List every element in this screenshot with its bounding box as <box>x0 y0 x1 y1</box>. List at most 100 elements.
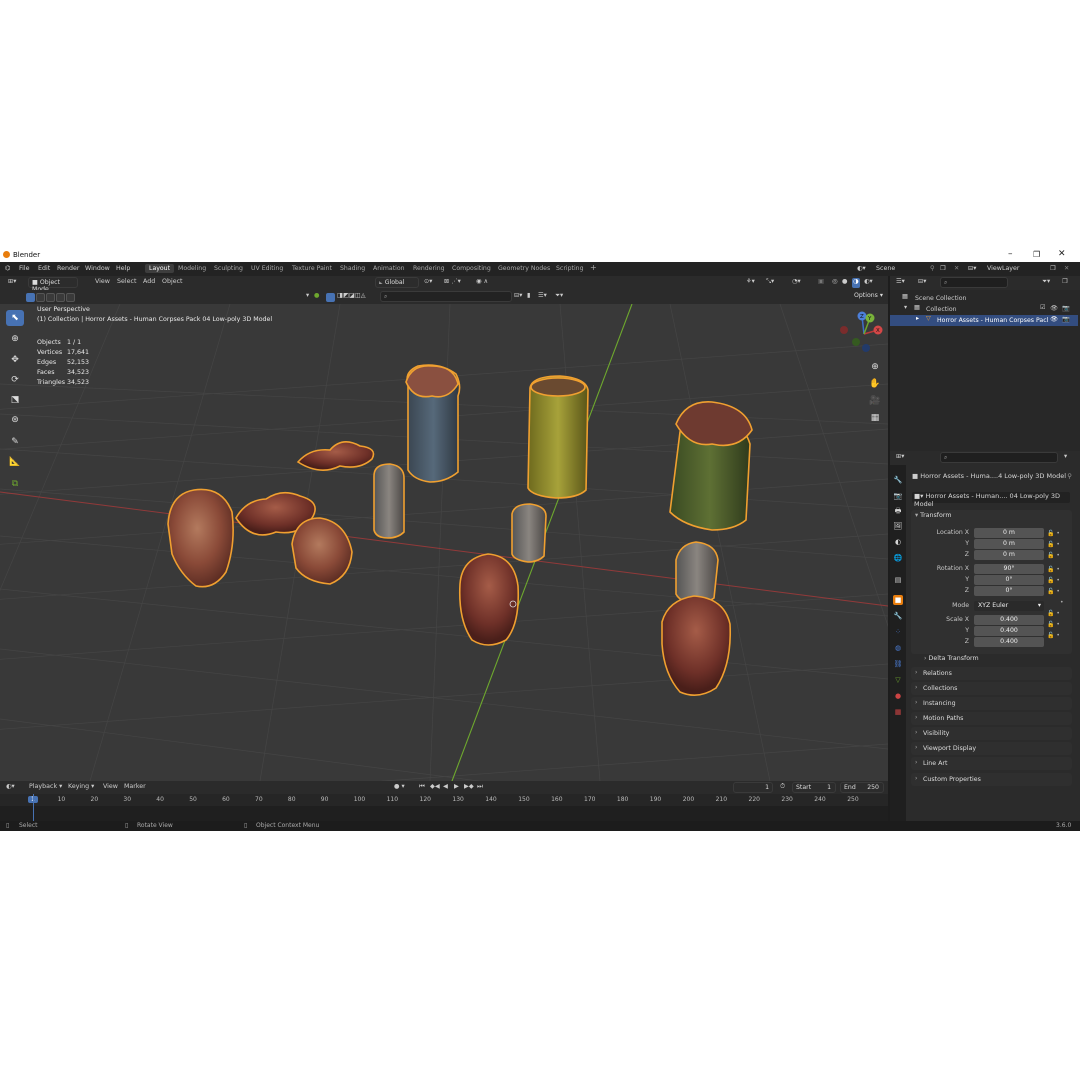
options-menu[interactable]: Options ▾ <box>851 291 886 302</box>
object-filter-icon[interactable] <box>326 293 335 302</box>
eye-icon[interactable]: 👁 <box>1050 304 1058 312</box>
lock-icon[interactable]: 🔓 • <box>1047 564 1064 575</box>
view-layer-tab-icon[interactable]: 🖼 <box>893 521 903 531</box>
end-frame-field[interactable]: End 250 <box>840 782 884 793</box>
gizmos-icon[interactable]: ⤡▾ <box>766 278 774 288</box>
shading-solid-icon[interactable]: ● <box>842 278 848 288</box>
measure-tool-icon[interactable]: 📐 <box>6 454 24 470</box>
outliner-search-input[interactable]: ⌕ <box>940 277 1008 288</box>
tab-compositing[interactable]: Compositing <box>452 265 491 272</box>
texture-tab-icon[interactable]: ▦ <box>893 707 903 717</box>
filter-types-icon[interactable]: ◨◩◪◫◬ <box>337 292 366 302</box>
expand-chevron-icon[interactable]: ▾ <box>904 304 907 311</box>
tab-texture-paint[interactable]: Texture Paint <box>292 265 332 272</box>
panel-motion-paths[interactable]: › Motion Paths <box>911 712 1072 725</box>
render-tab-icon[interactable]: 📷 <box>893 491 903 501</box>
expand-chevron-icon[interactable]: ▸ <box>916 315 919 322</box>
pin-icon[interactable]: ⚲ <box>1067 472 1072 480</box>
close-icon[interactable]: ✕ <box>1058 249 1066 259</box>
output-tab-icon[interactable]: 🖶 <box>893 506 903 516</box>
select-intersect-icon[interactable] <box>66 293 75 302</box>
data-tab-icon[interactable]: ▽ <box>893 675 903 685</box>
filter-funnel-icon[interactable]: ⏷▾ <box>1042 278 1050 288</box>
play-icon[interactable]: ▶ <box>454 783 459 793</box>
tab-rendering[interactable]: Rendering <box>413 265 445 272</box>
scale-z-field[interactable]: 0.400 <box>974 637 1044 647</box>
panel-custom-properties[interactable]: › Custom Properties <box>911 773 1072 786</box>
properties-search-input[interactable]: ⌕ <box>940 452 1058 463</box>
scale-tool-icon[interactable]: ⬔ <box>6 392 24 408</box>
start-frame-field[interactable]: Start 1 <box>792 782 836 793</box>
prev-keyframe-icon[interactable]: ◆◀ <box>430 783 440 793</box>
frame-ruler[interactable]: 1102030405060708090100110120130140150160… <box>0 794 888 806</box>
object-tab-icon[interactable]: ■ <box>893 595 903 605</box>
rotation-y-field[interactable]: 0° <box>974 575 1044 585</box>
select-invert-icon[interactable] <box>56 293 65 302</box>
lock-icon[interactable]: 🔓 • <box>1047 630 1064 641</box>
menu-timeline-view[interactable]: View <box>103 783 118 793</box>
tab-scripting[interactable]: Scripting <box>556 265 584 272</box>
panel-visibility[interactable]: › Visibility <box>911 727 1072 740</box>
add-workspace-icon[interactable]: + <box>590 263 597 272</box>
new-scene-icon[interactable]: ❐ <box>940 265 946 272</box>
scene-icon[interactable]: ◐▾ <box>857 265 866 272</box>
tab-layout[interactable]: Layout <box>145 264 175 273</box>
tab-sculpting[interactable]: Sculpting <box>214 265 243 272</box>
delete-view-layer-icon[interactable]: ✕ <box>1064 265 1069 272</box>
lock-icon[interactable]: 🔓 • <box>1047 528 1064 539</box>
transform-panel-header[interactable]: ▾ Transform <box>915 512 952 519</box>
visibility-filter-icon[interactable]: ● <box>314 292 320 302</box>
options-chevron-icon[interactable]: ▾ <box>1064 453 1067 463</box>
select-subtract-icon[interactable] <box>46 293 55 302</box>
scale-x-field[interactable]: 0.400 <box>974 615 1044 625</box>
tab-uv-editing[interactable]: UV Editing <box>251 265 283 272</box>
new-view-layer-icon[interactable]: ❐ <box>1050 265 1056 272</box>
menu-help[interactable]: Help <box>116 265 130 272</box>
pan-hand-icon[interactable]: ✋ <box>868 377 882 391</box>
keyframe-dot-icon[interactable]: • <box>1047 597 1064 608</box>
view-layer-name[interactable]: ViewLayer <box>987 265 1020 272</box>
properties-editor-icon[interactable]: ⊞▾ <box>896 453 904 463</box>
tab-geometry-nodes[interactable]: Geometry Nodes <box>498 265 550 272</box>
scene-tab-icon[interactable]: ◐ <box>893 537 903 547</box>
physics-tab-icon[interactable]: ◍ <box>893 643 903 653</box>
world-tab-icon[interactable]: 🌐 <box>893 553 903 563</box>
jump-end-icon[interactable]: ⏭ <box>477 783 483 793</box>
timeline-editor-icon[interactable]: ◐▾ <box>6 783 15 793</box>
shading-material-icon[interactable]: ◑ <box>852 278 860 288</box>
new-collection-icon[interactable]: ❐ <box>1062 278 1068 288</box>
data-block-selector[interactable]: ■▾ Horror Assets - Human.... 04 Low-poly… <box>912 492 1070 508</box>
particles-tab-icon[interactable]: ⁘ <box>893 627 903 637</box>
tab-shading[interactable]: Shading <box>340 265 365 272</box>
pin-icon[interactable]: ⚲ <box>930 265 935 272</box>
filter-icon[interactable]: ▾ <box>306 292 309 302</box>
current-frame-field[interactable]: 1 <box>733 782 773 793</box>
cursor-tool-icon[interactable]: ⊕ <box>6 331 24 347</box>
camera-view-icon[interactable]: 🎥 <box>868 394 882 408</box>
stopwatch-icon[interactable]: ⏱ <box>780 783 785 793</box>
outliner-row-collection[interactable]: ▾ ▦ Collection ☑ 👁 📷 <box>890 304 1078 315</box>
move-tool-icon[interactable]: ✥ <box>6 352 24 368</box>
scene-name[interactable]: Scene <box>876 265 895 272</box>
eye-icon[interactable]: 👁 <box>1050 315 1058 323</box>
lock-icon[interactable]: 🔓 • <box>1047 619 1064 630</box>
modifier-tab-icon[interactable]: 🔧 <box>893 611 903 621</box>
menu-view[interactable]: View <box>95 278 110 288</box>
zoom-icon[interactable]: ⊕ <box>868 360 882 374</box>
lock-icon[interactable]: 🔓 • <box>1047 539 1064 550</box>
shading-wireframe-icon[interactable]: ◎ <box>832 278 838 288</box>
camera-icon[interactable]: 📷 <box>1062 304 1070 312</box>
delta-transform-header[interactable]: › Delta Transform <box>924 655 979 662</box>
display-mode-icon[interactable]: ⊟▾ <box>918 278 926 288</box>
perspective-grid-icon[interactable]: ▦ <box>868 411 882 425</box>
proportional-edit-icon[interactable]: ◉ ∧ <box>476 278 488 288</box>
panel-viewport-display[interactable]: › Viewport Display <box>911 742 1072 755</box>
funnel-filter-icon[interactable]: ⏷▾ <box>555 292 563 302</box>
transform-orientation[interactable]: ⟀ Global <box>375 277 419 288</box>
lock-icon[interactable]: 🔓 • <box>1047 550 1064 561</box>
outliner-editor-icon[interactable]: ☰▾ <box>896 278 905 288</box>
lock-icon[interactable]: 🔓 • <box>1047 586 1064 597</box>
playhead[interactable] <box>33 794 34 821</box>
menu-render[interactable]: Render <box>57 265 79 272</box>
menu-window[interactable]: Window <box>85 265 110 272</box>
